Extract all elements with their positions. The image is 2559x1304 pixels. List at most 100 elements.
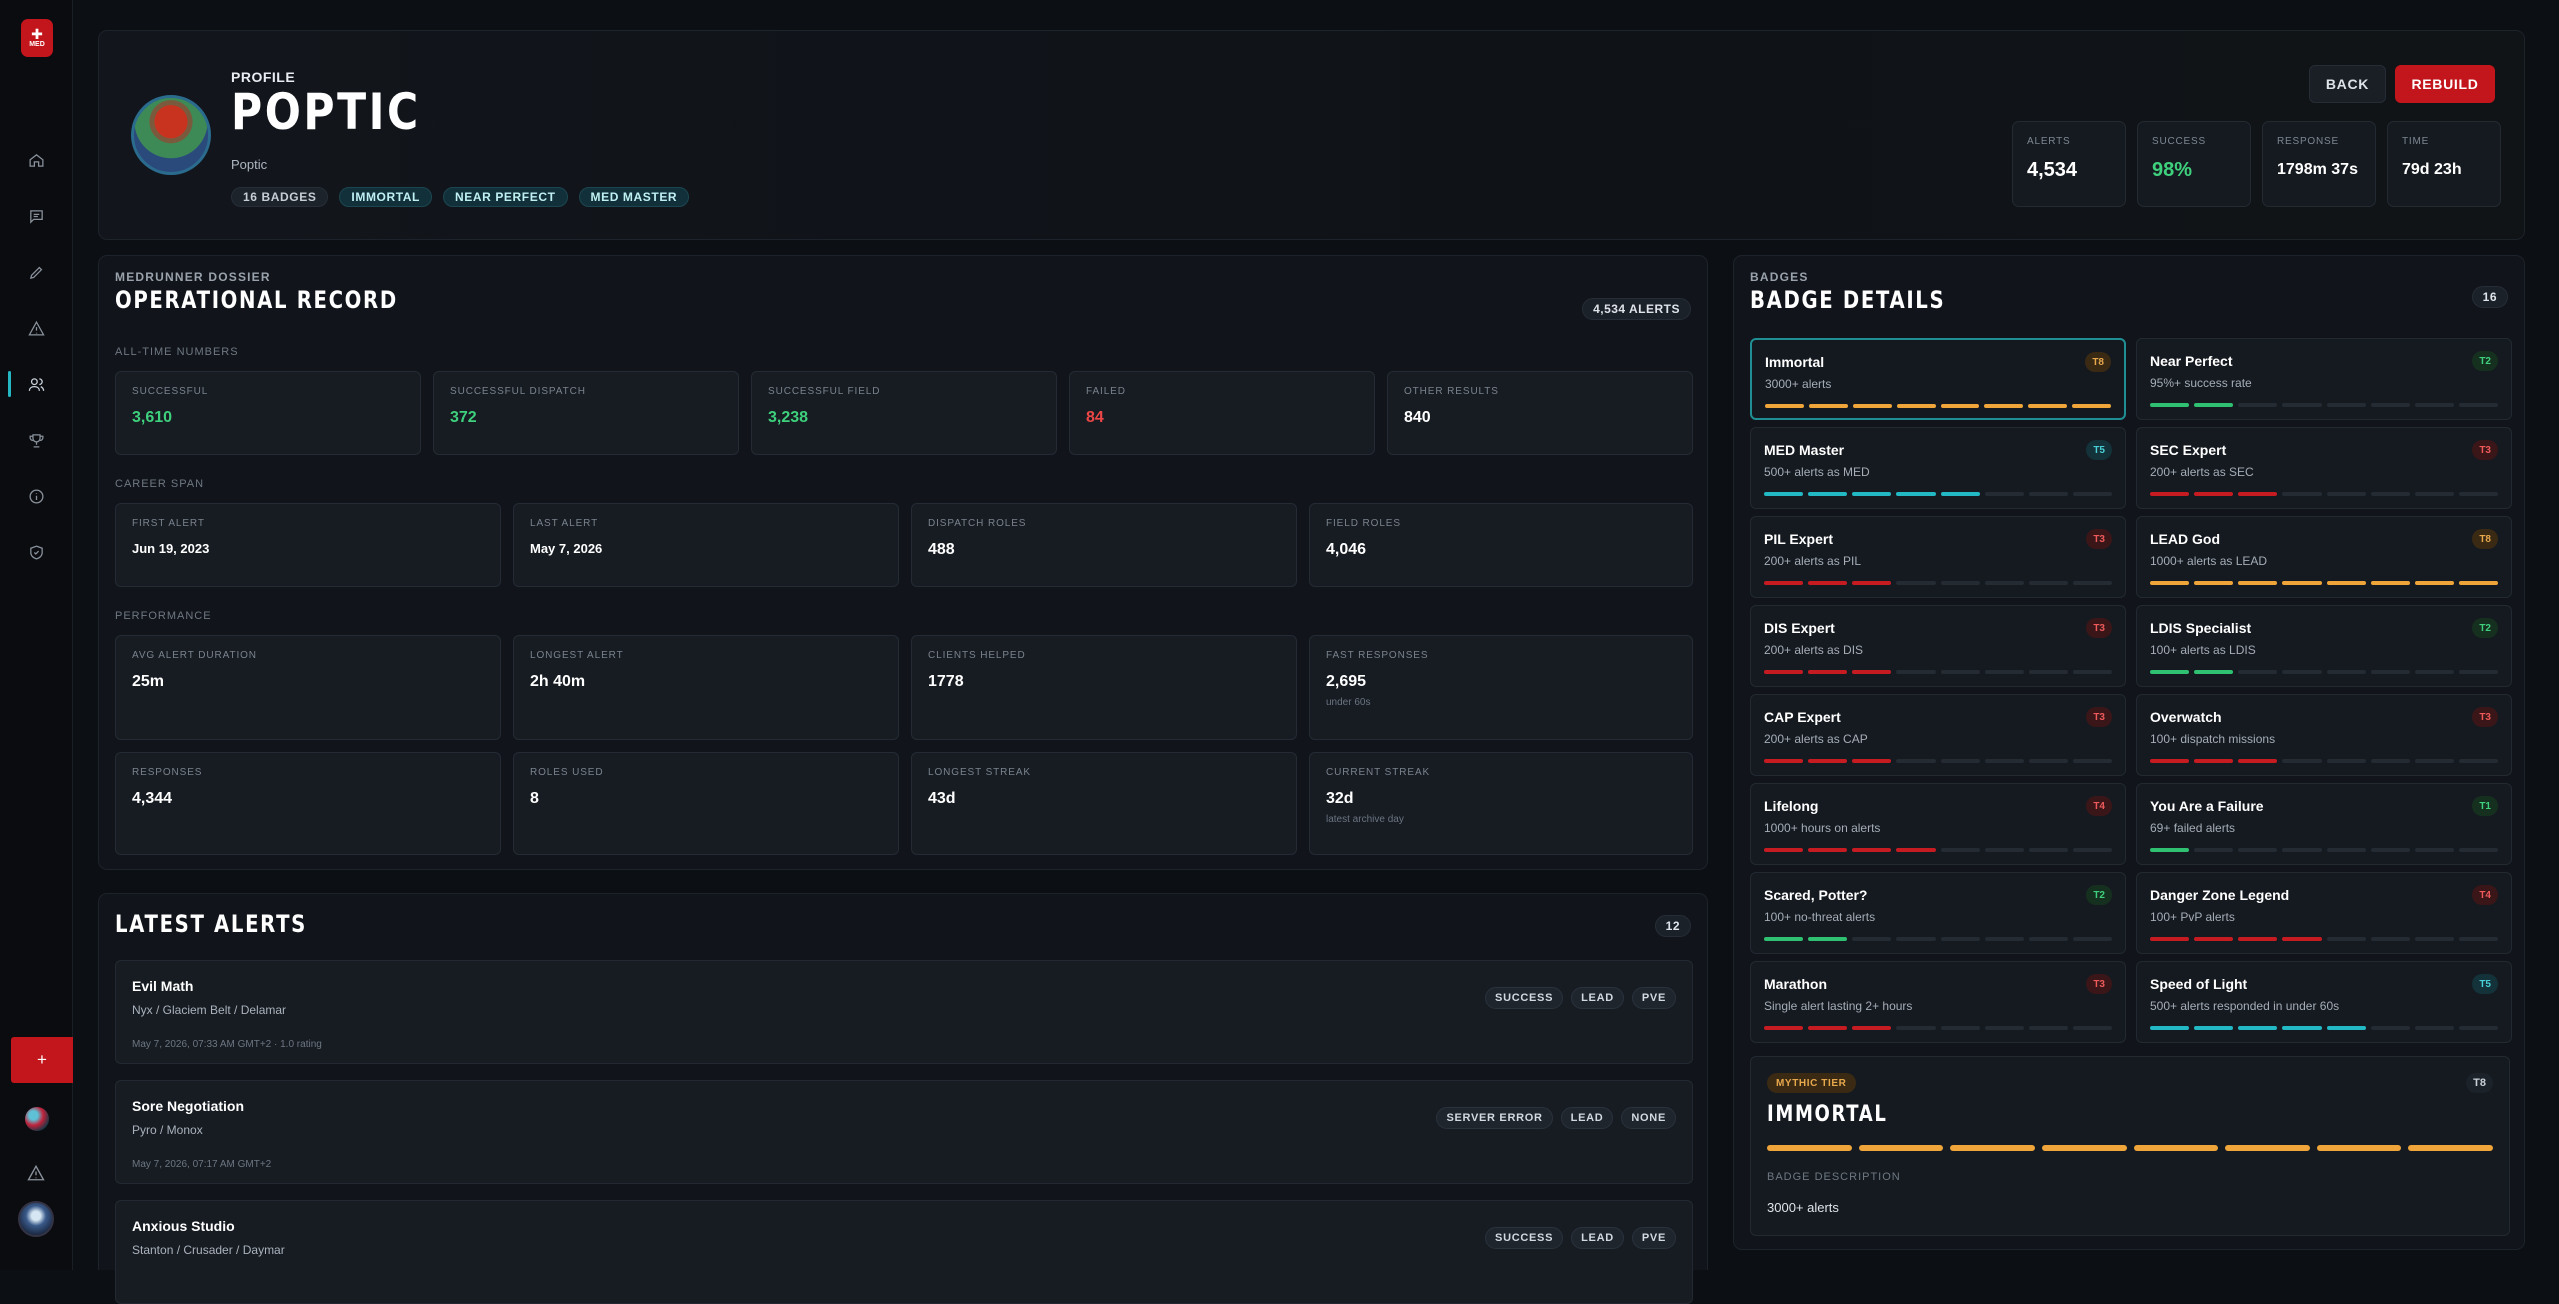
badge-progress xyxy=(1764,581,2112,585)
badge-card[interactable]: Near Perfect 95%+ success rate T2 xyxy=(2136,338,2512,420)
alert-location: Stanton / Crusader / Daymar xyxy=(132,1243,285,1257)
badge-name: SEC Expert xyxy=(2150,442,2227,458)
app-logo[interactable]: ✚ MED xyxy=(21,19,53,57)
badge-card[interactable]: DIS Expert 200+ alerts as DIS T3 xyxy=(1750,605,2126,687)
alert-row[interactable]: Evil Math Nyx / Glaciem Belt / Delamar M… xyxy=(115,960,1693,1064)
logo-text: MED xyxy=(29,41,45,48)
badge-desc: 69+ failed alerts xyxy=(2150,821,2236,835)
progress-segment xyxy=(2028,581,2068,585)
medical-cross-icon: ✚ xyxy=(31,26,43,42)
warning-icon[interactable] xyxy=(27,1164,45,1182)
badge-description: 3000+ alerts xyxy=(1767,1200,1839,1215)
badge-desc: 100+ no-threat alerts xyxy=(1764,910,1876,924)
badge-card[interactable]: Immortal 3000+ alerts T8 xyxy=(1750,338,2126,420)
nav-home[interactable] xyxy=(0,143,73,177)
chip-near-perfect: NEAR PERFECT xyxy=(442,187,568,207)
progress-segment xyxy=(1984,670,2024,674)
badge-card[interactable]: LDIS Specialist 100+ alerts as LDIS T2 xyxy=(2136,605,2512,687)
alert-row[interactable]: Anxious Studio Stanton / Crusader / Daym… xyxy=(115,1200,1693,1304)
progress-segment xyxy=(2072,581,2112,585)
progress-segment xyxy=(2194,492,2234,496)
badge-card[interactable]: Speed of Light 500+ alerts responded in u… xyxy=(2136,961,2512,1043)
badge-tier: T8 xyxy=(2085,352,2111,372)
badge-name: CAP Expert xyxy=(1764,709,1841,725)
section-title: LATEST ALERTS xyxy=(115,910,307,938)
badge-card[interactable]: Scared, Potter? 100+ no-threat alerts T2 xyxy=(1750,872,2126,954)
badge-card[interactable]: Overwatch 100+ dispatch missions T3 xyxy=(2136,694,2512,776)
progress-segment xyxy=(2194,670,2234,674)
progress-segment xyxy=(2238,670,2278,674)
progress-segment xyxy=(2194,937,2234,941)
progress-segment xyxy=(2414,492,2454,496)
progress-segment xyxy=(2150,759,2190,763)
progress-segment xyxy=(2326,937,2366,941)
nav-messages[interactable] xyxy=(0,199,73,233)
progress-segment xyxy=(1767,1145,1852,1151)
badge-card[interactable]: Lifelong 1000+ hours on alerts T4 xyxy=(1750,783,2126,865)
progress-segment xyxy=(1896,937,1936,941)
badge-card[interactable]: You Are a Failure 69+ failed alerts T1 xyxy=(2136,783,2512,865)
add-button[interactable]: + xyxy=(11,1037,73,1083)
badge-card[interactable]: CAP Expert 200+ alerts as CAP T3 xyxy=(1750,694,2126,776)
progress-segment xyxy=(2370,670,2410,674)
progress-segment xyxy=(2458,492,2498,496)
progress-segment xyxy=(2150,581,2190,585)
card-label: FIRST ALERT xyxy=(132,518,205,529)
badge-progress xyxy=(1764,492,2112,496)
nav-users[interactable] xyxy=(0,367,73,401)
badge-desc: 200+ alerts as SEC xyxy=(2150,465,2254,479)
card-value: May 7, 2026 xyxy=(530,541,603,556)
progress-segment xyxy=(1940,581,1980,585)
progress-segment xyxy=(1808,759,1848,763)
role-tag: LEAD xyxy=(1571,1227,1624,1249)
badge-tier: T8 xyxy=(2472,529,2498,549)
nav-edit[interactable] xyxy=(0,255,73,289)
progress-segment xyxy=(2194,848,2234,852)
home-icon xyxy=(29,153,44,167)
progress-segment xyxy=(2414,937,2454,941)
progress-segment xyxy=(2408,1145,2493,1151)
progress-segment xyxy=(2072,937,2112,941)
alert-triangle-icon xyxy=(28,320,45,336)
user-avatar[interactable] xyxy=(18,1201,54,1237)
stat-label: RESPONSE xyxy=(2277,136,2339,147)
badge-description-label: BADGE DESCRIPTION xyxy=(1767,1171,1901,1183)
progress-segment xyxy=(1858,1145,1944,1151)
badge-card[interactable]: LEAD God 1000+ alerts as LEAD T8 xyxy=(2136,516,2512,598)
progress-segment xyxy=(1852,1026,1892,1030)
progress-segment xyxy=(1852,581,1892,585)
status-orb-icon[interactable] xyxy=(25,1107,49,1131)
badge-tier: T3 xyxy=(2086,618,2112,638)
progress-segment xyxy=(2282,403,2322,407)
card-subtext: under 60s xyxy=(1326,697,1371,708)
card-label: OTHER RESULTS xyxy=(1404,386,1499,397)
result-tag: SERVER ERROR xyxy=(1436,1107,1553,1129)
nav-alerts[interactable] xyxy=(0,311,73,345)
nav-security[interactable] xyxy=(0,535,73,569)
progress-segment xyxy=(2028,937,2068,941)
nav-info[interactable] xyxy=(0,479,73,513)
section-title: OPERATIONAL RECORD xyxy=(115,286,398,314)
badge-card[interactable]: Marathon Single alert lasting 2+ hours T3 xyxy=(1750,961,2126,1043)
badge-name: Speed of Light xyxy=(2150,976,2248,992)
tier-label-chip: MYTHIC TIER xyxy=(1767,1073,1856,1093)
badge-card[interactable]: PIL Expert 200+ alerts as PIL T3 xyxy=(1750,516,2126,598)
progress-segment xyxy=(2326,848,2366,852)
badge-progress xyxy=(1765,404,2111,408)
badge-progress xyxy=(1764,848,2112,852)
threat-tag: PVE xyxy=(1631,1227,1676,1249)
badge-card[interactable]: Danger Zone Legend 100+ PvP alerts T4 xyxy=(2136,872,2512,954)
section-title: BADGE DETAILS xyxy=(1750,286,1946,314)
badge-card[interactable]: SEC Expert 200+ alerts as SEC T3 xyxy=(2136,427,2512,509)
card-label: SUCCESSFUL DISPATCH xyxy=(450,386,586,397)
back-button[interactable]: BACK xyxy=(2309,65,2386,103)
alert-row[interactable]: Sore Negotiation Pyro / Monox May 7, 202… xyxy=(115,1080,1693,1184)
rebuild-button[interactable]: REBUILD xyxy=(2395,65,2495,103)
stat-label: TIME xyxy=(2402,136,2430,147)
nav-leaderboard[interactable] xyxy=(0,423,73,457)
progress-segment xyxy=(1852,848,1892,852)
progress-segment xyxy=(2072,848,2112,852)
stat-alerts: ALERTS 4,534 xyxy=(2012,121,2126,207)
card-value: 25m xyxy=(132,673,165,690)
badge-card[interactable]: MED Master 500+ alerts as MED T5 xyxy=(1750,427,2126,509)
